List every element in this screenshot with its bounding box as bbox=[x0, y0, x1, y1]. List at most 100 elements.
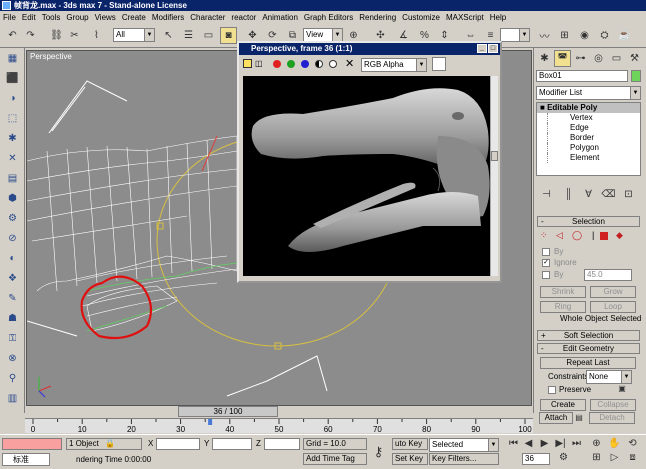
fov-icon[interactable]: ▷ bbox=[606, 449, 623, 466]
undo-icon[interactable]: ↶ bbox=[4, 27, 21, 44]
maxscript-listener[interactable] bbox=[2, 438, 62, 450]
utilities-tab-icon[interactable]: ⚒ bbox=[626, 50, 643, 67]
by-angle-checkbox[interactable] bbox=[542, 271, 550, 279]
collapse-icon[interactable]: ■ bbox=[540, 103, 545, 112]
minimize-icon[interactable]: _ bbox=[477, 44, 487, 53]
display-tab-icon[interactable]: ▭ bbox=[608, 50, 625, 67]
previous-frame-icon[interactable]: ◀ bbox=[520, 435, 537, 452]
attach-list-icon[interactable]: ▤ bbox=[573, 411, 585, 423]
ime-indicator[interactable]: 标准 bbox=[2, 453, 50, 466]
material-editor-icon[interactable]: ◉ bbox=[576, 27, 593, 44]
menu-animation[interactable]: Animation bbox=[259, 11, 301, 24]
vertex-icon[interactable]: ⁘ bbox=[540, 230, 548, 241]
ring-button[interactable]: Ring bbox=[540, 301, 586, 313]
selected-dropdown[interactable]: Selected ▼ bbox=[429, 438, 499, 452]
red-channel-icon[interactable] bbox=[273, 60, 281, 68]
angle-spinner[interactable]: 45.0 bbox=[584, 269, 632, 281]
selection-filter-dropdown[interactable]: All ▼ bbox=[113, 28, 155, 42]
window-crossing-icon[interactable]: ◙ bbox=[220, 27, 237, 44]
remove-modifier-icon[interactable]: ⌫ bbox=[600, 186, 617, 203]
unlink-icon[interactable]: ✂ bbox=[66, 27, 83, 44]
mono-icon[interactable] bbox=[329, 60, 337, 68]
hierarchy-tab-icon[interactable]: ⊶ bbox=[572, 50, 589, 67]
stack-item-edge[interactable]: Edge bbox=[547, 123, 640, 133]
loop-button[interactable]: Loop bbox=[590, 301, 636, 313]
stack-item-polygon[interactable]: Polygon bbox=[547, 143, 640, 153]
tool-icon[interactable]: ▥ bbox=[3, 390, 22, 407]
lock-icon[interactable]: 🔒 bbox=[105, 439, 115, 448]
shrink-button[interactable]: Shrink bbox=[540, 286, 586, 298]
object-name-field[interactable]: Box01 bbox=[536, 70, 628, 82]
schematic-icon[interactable]: ⊞ bbox=[556, 27, 573, 44]
select-icon[interactable]: ↖ bbox=[160, 27, 177, 44]
bind-space-warp-icon[interactable]: ⌇ bbox=[88, 27, 105, 44]
grow-button[interactable]: Grow bbox=[590, 286, 636, 298]
polygon-icon[interactable]: | bbox=[592, 230, 594, 240]
menu-help[interactable]: Help bbox=[487, 11, 509, 24]
alpha-channel-icon[interactable] bbox=[315, 60, 323, 68]
tool-icon[interactable]: ⬚ bbox=[3, 110, 22, 127]
menu-rendering[interactable]: Rendering bbox=[356, 11, 399, 24]
by-vertex-checkbox[interactable] bbox=[542, 248, 550, 256]
link-icon[interactable]: ⛓ bbox=[48, 27, 65, 44]
menu-group[interactable]: Group bbox=[63, 11, 91, 24]
blue-channel-icon[interactable] bbox=[301, 60, 309, 68]
clone-icon[interactable]: ◫ bbox=[255, 59, 266, 68]
tool-icon[interactable]: ⚿ bbox=[3, 330, 22, 347]
border-icon[interactable]: ◯ bbox=[572, 230, 582, 241]
named-selection-dropdown[interactable]: ▼ bbox=[500, 28, 530, 42]
modifier-list-dropdown[interactable]: Modifier List ▼ bbox=[536, 86, 641, 100]
key-filters-button[interactable]: Key Filters... bbox=[429, 453, 499, 465]
time-config-icon[interactable]: ⚙ bbox=[555, 449, 572, 466]
redo-icon[interactable]: ↷ bbox=[22, 27, 39, 44]
green-channel-icon[interactable] bbox=[287, 60, 295, 68]
render-scene-icon[interactable]: ⛭ bbox=[596, 27, 613, 44]
tool-icon[interactable]: ⬛ bbox=[3, 70, 22, 87]
stack-item-element[interactable]: Element bbox=[547, 153, 640, 163]
scrollbar-thumb[interactable] bbox=[491, 151, 498, 161]
menu-create[interactable]: Create bbox=[119, 11, 149, 24]
key-mode-icon[interactable]: ⚷ bbox=[370, 443, 387, 460]
tool-icon[interactable]: ▤ bbox=[3, 170, 22, 187]
menu-edit[interactable]: Edit bbox=[19, 11, 39, 24]
tool-icon[interactable]: ⚙ bbox=[3, 210, 22, 227]
attach-button[interactable]: Attach bbox=[539, 412, 573, 424]
tool-icon[interactable]: ✕ bbox=[3, 150, 22, 167]
tool-icon[interactable]: ◑ bbox=[3, 90, 22, 107]
edit-geometry-rollout-header[interactable]: - Edit Geometry bbox=[537, 343, 640, 354]
render-frame-window[interactable]: Perspective, frame 36 (1:1) _ □ ◫ ✕ RGB … bbox=[237, 41, 502, 283]
quick-render-icon[interactable]: ☕ bbox=[616, 27, 633, 44]
edge-icon[interactable]: ◁ bbox=[556, 230, 563, 241]
auto-key-button[interactable]: uto Key bbox=[392, 438, 428, 450]
tool-icon[interactable]: ⊗ bbox=[3, 350, 22, 367]
tool-icon[interactable]: ✱ bbox=[3, 130, 22, 147]
set-key-button[interactable]: Set Key bbox=[392, 453, 428, 465]
curve-editor-icon[interactable]: 〰 bbox=[536, 27, 553, 44]
menu-tools[interactable]: Tools bbox=[39, 11, 64, 24]
render-window-titlebar[interactable]: Perspective, frame 36 (1:1) _ □ bbox=[239, 43, 500, 55]
menu-character[interactable]: Character bbox=[187, 11, 228, 24]
tool-icon[interactable]: ▦ bbox=[3, 50, 22, 67]
selection-rollout-header[interactable]: - Selection bbox=[537, 216, 640, 227]
tool-icon[interactable]: ⊘ bbox=[3, 230, 22, 247]
y-coordinate-field[interactable] bbox=[212, 438, 252, 450]
maximize-icon[interactable]: □ bbox=[488, 44, 498, 53]
menu-modifiers[interactable]: Modifiers bbox=[149, 11, 187, 24]
maximize-viewport-icon[interactable]: ⧈ bbox=[624, 449, 641, 466]
menu-customize[interactable]: Customize bbox=[399, 11, 443, 24]
zoom-extents-icon[interactable]: ⊞ bbox=[588, 449, 605, 466]
menu-views[interactable]: Views bbox=[92, 11, 119, 24]
soft-selection-rollout-header[interactable]: + Soft Selection bbox=[537, 330, 640, 341]
polygon-select-icon[interactable] bbox=[600, 232, 608, 240]
region-select-icon[interactable]: ▭ bbox=[200, 27, 217, 44]
tool-icon[interactable]: ❖ bbox=[3, 270, 22, 287]
stack-item-vertex[interactable]: Vertex bbox=[547, 113, 640, 123]
play-icon[interactable]: ▶ bbox=[536, 435, 553, 452]
add-time-tag-button[interactable]: Add Time Tag bbox=[303, 453, 367, 465]
save-icon[interactable] bbox=[243, 59, 252, 68]
ref-coord-dropdown[interactable]: View ▼ bbox=[303, 28, 343, 42]
modify-tab-icon[interactable]: ◚ bbox=[554, 50, 571, 67]
ignore-backfacing-checkbox[interactable]: ✓ bbox=[542, 259, 550, 267]
detach-button[interactable]: Detach bbox=[589, 412, 635, 424]
x-coordinate-field[interactable] bbox=[156, 438, 200, 450]
